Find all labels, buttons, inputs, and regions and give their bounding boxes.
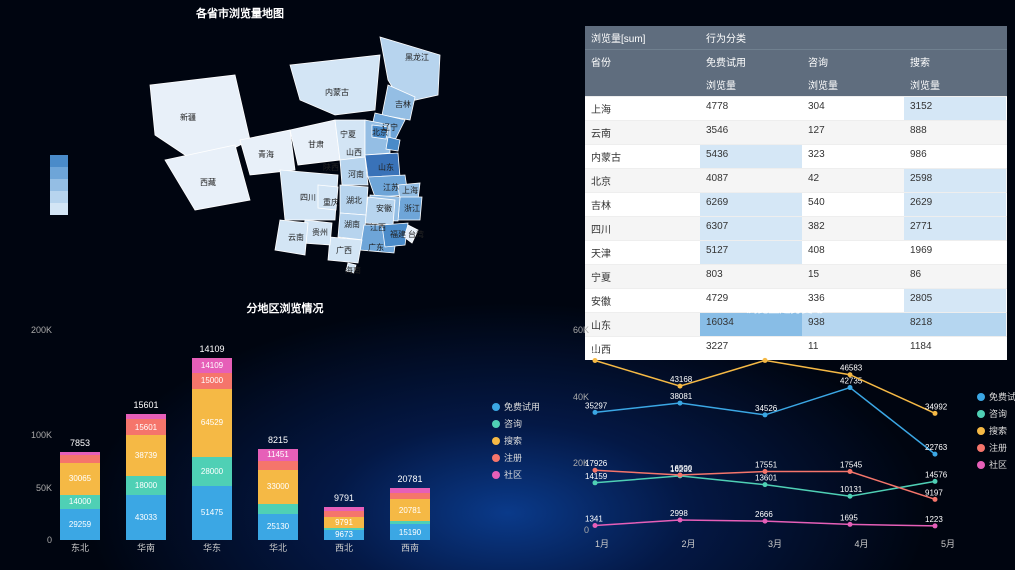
bar-column[interactable]: 151902078120781西南 (390, 488, 430, 540)
svg-text:广西: 广西 (336, 245, 352, 255)
legend-item[interactable]: 咨询 (977, 407, 1015, 420)
th-sum: 浏览量[sum] (585, 26, 700, 49)
line-title: 浏览量趋势变动 (565, 300, 1005, 316)
legend-item[interactable]: 社区 (492, 468, 540, 481)
svg-text:1223: 1223 (925, 515, 943, 524)
svg-text:内蒙古: 内蒙古 (325, 87, 349, 97)
table-row[interactable]: 宁夏8031586 (585, 264, 1007, 288)
legend-item[interactable]: 搜索 (977, 424, 1015, 437)
svg-text:吉林: 吉林 (395, 99, 411, 109)
svg-text:42735: 42735 (840, 377, 863, 386)
svg-text:北京: 北京 (372, 127, 388, 137)
line-chart[interactable]: 3529738081345264273522763141591623113601… (575, 330, 955, 530)
china-map-panel: 各省市浏览量地图 (10, 5, 470, 285)
bar-legend: 免费试用咨询搜索注册社区 (492, 400, 540, 481)
svg-text:2998: 2998 (670, 509, 688, 518)
bar-column[interactable]: 2513033000114518215华北 (258, 449, 298, 540)
legend-item[interactable]: 免费试用 (977, 390, 1015, 403)
line-x-axis: 1月2月3月4月5月 (595, 537, 955, 550)
svg-text:22763: 22763 (925, 443, 948, 452)
svg-text:新疆: 新疆 (180, 112, 196, 122)
svg-text:1341: 1341 (585, 515, 603, 524)
line-legend: 免费试用咨询搜索注册社区 (977, 390, 1015, 471)
svg-text:16500: 16500 (670, 464, 693, 473)
svg-text:50871: 50871 (755, 349, 778, 358)
map-title: 各省市浏览量地图 (10, 5, 470, 21)
svg-text:福建: 福建 (390, 229, 406, 239)
svg-text:14159: 14159 (585, 472, 608, 481)
bar-column[interactable]: 967397919791西北 (324, 507, 364, 540)
svg-text:江西: 江西 (370, 223, 386, 232)
svg-text:17551: 17551 (755, 460, 778, 469)
table-row[interactable]: 北京4087422598 (585, 168, 1007, 192)
svg-text:青海: 青海 (258, 149, 274, 159)
svg-text:安徽: 安徽 (376, 203, 392, 213)
table-row[interactable]: 天津51274081969 (585, 240, 1007, 264)
svg-text:9197: 9197 (925, 488, 943, 497)
svg-text:13601: 13601 (755, 474, 778, 483)
svg-text:50843: 50843 (585, 350, 608, 359)
legend-item[interactable]: 注册 (492, 451, 540, 464)
svg-text:湖南: 湖南 (344, 219, 360, 229)
svg-text:河南: 河南 (348, 169, 364, 179)
th-c1: 咨询 (802, 50, 904, 73)
table-row[interactable]: 四川63073822771 (585, 216, 1007, 240)
svg-text:甘肃: 甘肃 (308, 139, 324, 149)
svg-text:台湾: 台湾 (408, 229, 424, 239)
svg-text:上海: 上海 (402, 185, 418, 195)
svg-text:海南: 海南 (345, 265, 361, 275)
svg-text:17926: 17926 (585, 459, 608, 468)
svg-text:江苏: 江苏 (383, 182, 399, 192)
th-c2: 搜索 (904, 50, 1006, 73)
th-cat: 行为分类 (700, 26, 1007, 49)
legend-item[interactable]: 注册 (977, 441, 1015, 454)
table-row[interactable]: 吉林62695402629 (585, 192, 1007, 216)
legend-item[interactable]: 咨询 (492, 417, 540, 430)
svg-text:1695: 1695 (840, 513, 858, 522)
bar-y-axis: 0 50K 100K 200K (20, 330, 56, 540)
svg-text:广东: 广东 (368, 242, 384, 252)
svg-text:14576: 14576 (925, 470, 948, 479)
table-header: 浏览量[sum] 行为分类 省份 免费试用 咨询 搜索 浏览量 浏览量 浏览量 (585, 26, 1007, 96)
svg-text:湖北: 湖北 (346, 196, 362, 205)
table-row[interactable]: 上海47783043152 (585, 96, 1007, 120)
th-c0: 免费试用 (700, 50, 802, 73)
map-legend (50, 155, 68, 215)
table-row[interactable]: 内蒙古5436323986 (585, 144, 1007, 168)
svg-text:黑龙江: 黑龙江 (405, 52, 429, 62)
svg-text:四川: 四川 (300, 193, 316, 202)
svg-text:17545: 17545 (840, 461, 863, 470)
bar-column[interactable]: 4303318000387391560115601华南 (126, 414, 166, 540)
legend-item[interactable]: 免费试用 (492, 400, 540, 413)
svg-text:34992: 34992 (925, 402, 948, 411)
svg-text:云南: 云南 (288, 232, 304, 242)
china-map[interactable]: 黑龙江 吉林 辽宁 内蒙古 新疆 西藏 青海 甘肃 宁夏 山西 北京 山东 河南… (140, 25, 460, 275)
svg-text:43168: 43168 (670, 375, 693, 384)
svg-text:2666: 2666 (755, 510, 773, 519)
svg-text:35297: 35297 (585, 401, 608, 410)
bar-chart[interactable]: 2925914000300657853东北 4303318000387391560… (60, 330, 460, 540)
svg-text:陕西: 陕西 (323, 162, 339, 172)
table-row[interactable]: 云南3546127888 (585, 120, 1007, 144)
svg-text:贵州: 贵州 (312, 227, 328, 237)
svg-text:山西: 山西 (346, 147, 362, 157)
bar-title: 分地区浏览情况 (10, 300, 560, 316)
th-prov: 省份 (585, 50, 700, 73)
legend-item[interactable]: 社区 (977, 458, 1015, 471)
region-bar-panel: 分地区浏览情况 0 50K 100K 200K 2925914000300657… (10, 300, 560, 560)
svg-text:山东: 山东 (378, 162, 394, 172)
svg-text:46583: 46583 (840, 364, 863, 373)
trend-line-panel: 浏览量趋势变动 0 20K 40K 60K 352973808134526427… (565, 300, 1005, 560)
legend-item[interactable]: 搜索 (492, 434, 540, 447)
svg-text:10131: 10131 (840, 485, 863, 494)
svg-text:西藏: 西藏 (200, 177, 216, 187)
svg-text:34526: 34526 (755, 404, 778, 413)
svg-text:重庆: 重庆 (323, 197, 339, 207)
bar-column[interactable]: 514752800064529150001410914109华东 (192, 358, 232, 540)
svg-text:38081: 38081 (670, 392, 693, 401)
svg-text:浙江: 浙江 (404, 203, 420, 213)
bar-column[interactable]: 2925914000300657853东北 (60, 452, 100, 540)
svg-text:宁夏: 宁夏 (340, 129, 356, 139)
